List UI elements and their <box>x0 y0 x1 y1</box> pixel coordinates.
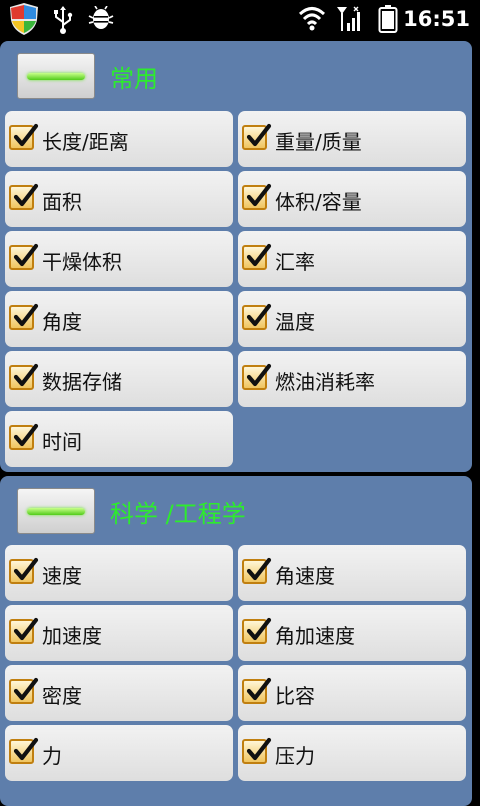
collapse-toggle-button[interactable] <box>17 488 95 534</box>
checkbox[interactable] <box>242 123 272 150</box>
checkbox-item[interactable]: 面积 <box>5 171 233 227</box>
checkmark-icon <box>246 183 272 207</box>
checkbox[interactable] <box>9 303 39 330</box>
checkbox-item[interactable]: 角度 <box>5 291 233 347</box>
checkbox[interactable] <box>9 183 39 210</box>
checkbox-item[interactable]: 长度/距离 <box>5 111 233 167</box>
section-header-common: 常用 <box>0 41 472 105</box>
checkmark-icon <box>13 737 39 761</box>
checkbox-label: 数据存储 <box>42 370 122 394</box>
section-title: 科学 /工程学 <box>110 500 246 528</box>
toggle-indicator-icon <box>27 73 85 80</box>
signal-icon <box>336 5 364 37</box>
checkbox-label: 压力 <box>275 744 315 768</box>
clock-time: 16:51 <box>403 7 470 31</box>
toggle-indicator-icon <box>27 508 85 515</box>
checkmark-icon <box>246 363 272 387</box>
checkbox[interactable] <box>242 363 272 390</box>
checkbox-item[interactable]: 数据存储 <box>5 351 233 407</box>
checkbox[interactable] <box>242 617 272 644</box>
checkmark-icon <box>13 617 39 641</box>
checkmark-icon <box>13 677 39 701</box>
checkbox-label: 汇率 <box>275 250 315 274</box>
checkbox-item[interactable]: 比容 <box>238 665 466 721</box>
checkmark-icon <box>246 677 272 701</box>
checkbox[interactable] <box>242 557 272 584</box>
checkmark-icon <box>13 303 39 327</box>
section-title: 常用 <box>110 65 158 93</box>
checkbox-label: 密度 <box>42 684 82 708</box>
battery-icon <box>378 5 398 37</box>
checkbox-item[interactable]: 燃油消耗率 <box>238 351 466 407</box>
collapse-toggle-button[interactable] <box>17 53 95 99</box>
checkbox[interactable] <box>242 243 272 270</box>
checkbox-item[interactable]: 汇率 <box>238 231 466 287</box>
checkbox-item[interactable]: 温度 <box>238 291 466 347</box>
android-debug-icon <box>88 5 114 36</box>
checkbox-label: 力 <box>42 744 62 768</box>
checkbox-label: 面积 <box>42 190 82 214</box>
checkmark-icon <box>13 123 39 147</box>
status-bar: 16:51 <box>0 0 480 38</box>
wifi-icon <box>298 5 326 35</box>
checkbox-item[interactable]: 力 <box>5 725 233 781</box>
checkmark-icon <box>13 557 39 581</box>
checkmark-icon <box>13 423 39 447</box>
checkbox-label: 温度 <box>275 310 315 334</box>
checkbox[interactable] <box>9 557 39 584</box>
checkbox[interactable] <box>9 123 39 150</box>
shield-app-icon <box>8 2 40 40</box>
checkmark-icon <box>246 303 272 327</box>
checkbox[interactable] <box>9 423 39 450</box>
checkmark-icon <box>246 243 272 267</box>
checkbox-item[interactable]: 时间 <box>5 411 233 467</box>
checkmark-icon <box>13 363 39 387</box>
checkbox[interactable] <box>9 363 39 390</box>
checkbox-item[interactable]: 加速度 <box>5 605 233 661</box>
checkbox-item[interactable]: 干燥体积 <box>5 231 233 287</box>
checkbox-label: 比容 <box>275 684 315 708</box>
checkbox[interactable] <box>9 737 39 764</box>
checkmark-icon <box>13 183 39 207</box>
checkbox-label: 速度 <box>42 564 82 588</box>
checkbox[interactable] <box>9 617 39 644</box>
checkbox[interactable] <box>9 677 39 704</box>
checkbox-label: 重量/质量 <box>275 130 362 154</box>
checkbox-label: 长度/距离 <box>42 130 129 154</box>
checkbox-label: 燃油消耗率 <box>275 370 375 394</box>
checkbox-label: 角度 <box>42 310 82 334</box>
checkbox[interactable] <box>242 303 272 330</box>
checkmark-icon <box>246 737 272 761</box>
checkbox-item[interactable]: 体积/容量 <box>238 171 466 227</box>
checkbox-item[interactable]: 角速度 <box>238 545 466 601</box>
checkbox-label: 角加速度 <box>275 624 355 648</box>
checkbox-item[interactable]: 压力 <box>238 725 466 781</box>
checkbox-item[interactable]: 密度 <box>5 665 233 721</box>
usb-icon <box>52 6 74 38</box>
checkbox-label: 加速度 <box>42 624 102 648</box>
checkmark-icon <box>13 243 39 267</box>
checkbox-label: 体积/容量 <box>275 190 362 214</box>
checkmark-icon <box>246 123 272 147</box>
checkmark-icon <box>246 557 272 581</box>
checkbox-label: 角速度 <box>275 564 335 588</box>
checkbox-item[interactable]: 速度 <box>5 545 233 601</box>
section-header-science: 科学 /工程学 <box>0 476 472 540</box>
checkbox[interactable] <box>242 677 272 704</box>
checkbox[interactable] <box>9 243 39 270</box>
checkbox-item[interactable]: 重量/质量 <box>238 111 466 167</box>
checkbox-item[interactable]: 角加速度 <box>238 605 466 661</box>
checkbox[interactable] <box>242 183 272 210</box>
checkbox[interactable] <box>242 737 272 764</box>
checkbox-label: 干燥体积 <box>42 250 122 274</box>
checkbox-label: 时间 <box>42 430 82 454</box>
checkmark-icon <box>246 617 272 641</box>
